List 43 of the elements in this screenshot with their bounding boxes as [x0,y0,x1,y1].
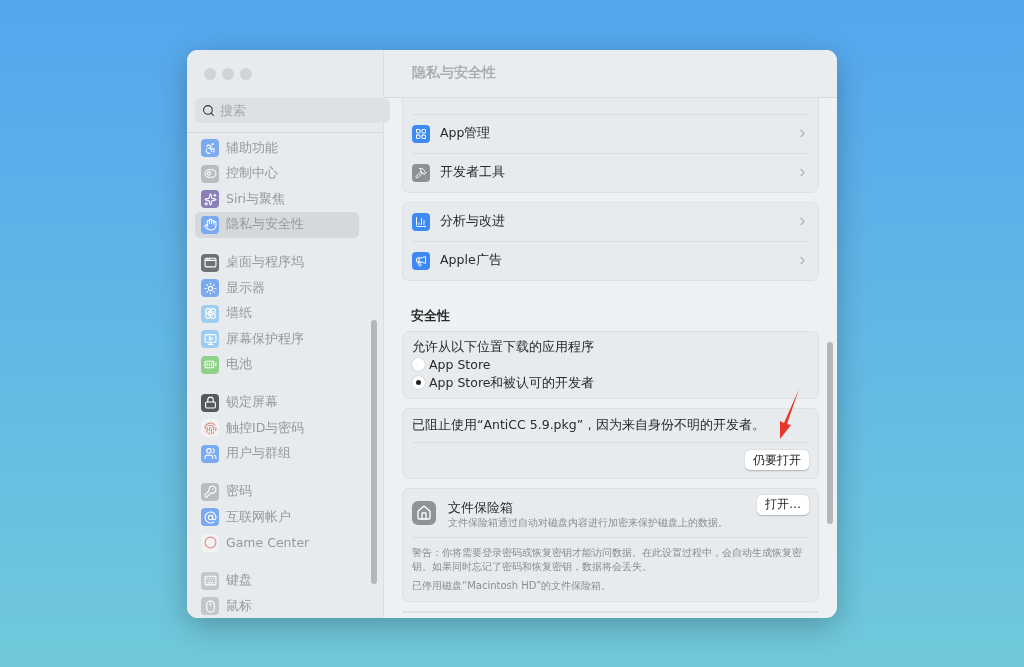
megaphone-icon [412,251,430,270]
setting-title: 文件保险箱 [448,498,514,516]
settings-row[interactable]: App管理 [412,114,809,154]
sidebar-item[interactable]: 锁定屏幕 [195,390,359,416]
settings-row[interactable]: Apple广告 [412,241,809,280]
warning-text: 警告：你将需要登录密码或恢复密钥才能访问数据。在此设置过程中，会自动生成恢复密钥。如果同时忘记了密码和恢复密钥，数据将会丢失。 [412,545,803,574]
setting-label: 允许从以下位置下载的应用程序 [412,337,595,356]
sidebar-item[interactable]: 屏幕保护程序 [195,326,359,352]
sidebar-item[interactable]: Game Center [195,530,359,556]
sidebar-item[interactable]: 互联网帐户 [195,504,359,530]
sidebar-item[interactable]: 用户与群组 [195,441,359,467]
sidebar-item[interactable]: 隐私与安全性 [195,212,359,238]
sidebar-item[interactable]: Siri与聚焦 [195,186,359,212]
sidebar-item[interactable]: 电池 [195,352,359,378]
window-title: 隐私与安全性 [384,49,837,98]
setting-description: 文件保险箱通过自动对磁盘内容进行加密来保护磁盘上的数据。 [448,515,729,530]
radio-button[interactable] [412,358,425,371]
open-anyway-button[interactable]: 仍要打开 [745,450,809,470]
bar-chart-icon [412,212,430,231]
radio-button[interactable] [412,376,425,389]
sidebar-item[interactable]: 控制中心 [195,161,359,187]
turn-on-button[interactable]: 打开… [757,494,809,515]
settings-row[interactable]: 分析与改进 [412,202,809,242]
search-field[interactable]: 搜索 [195,97,390,123]
scrollbar-thumb[interactable] [827,341,833,524]
sidebar-item[interactable]: 墙纸 [195,301,359,327]
blocked-message: 已阻止使用“AntiCC 5.9.pkg”，因为来自身份不明的开发者。 [412,416,766,434]
sidebar-item[interactable]: 鼠标 [195,593,359,618]
house-icon [412,500,436,525]
sidebar-item[interactable]: 键盘 [195,568,359,594]
sidebar-item[interactable]: 桌面与程序坞 [195,250,359,276]
section-heading: 安全性 [410,306,451,325]
sidebar-item[interactable]: 密码 [195,479,359,505]
hammer-icon [412,163,430,182]
search-icon [202,103,215,117]
sidebar-item[interactable]: 显示器 [195,275,359,301]
settings-row[interactable]: 开发者工具 [412,153,809,192]
sidebar-item[interactable]: 触控ID与密码 [195,415,359,441]
radio-option[interactable]: App Store和被认可的开发者 [412,373,809,392]
radio-option[interactable]: App Store [412,355,809,374]
sidebar-item[interactable]: 辅助功能 [195,135,359,161]
scrollbar-thumb[interactable] [371,319,377,584]
status-text: 已停用磁盘“Macintosh HD”的文件保险箱。 [412,578,613,593]
